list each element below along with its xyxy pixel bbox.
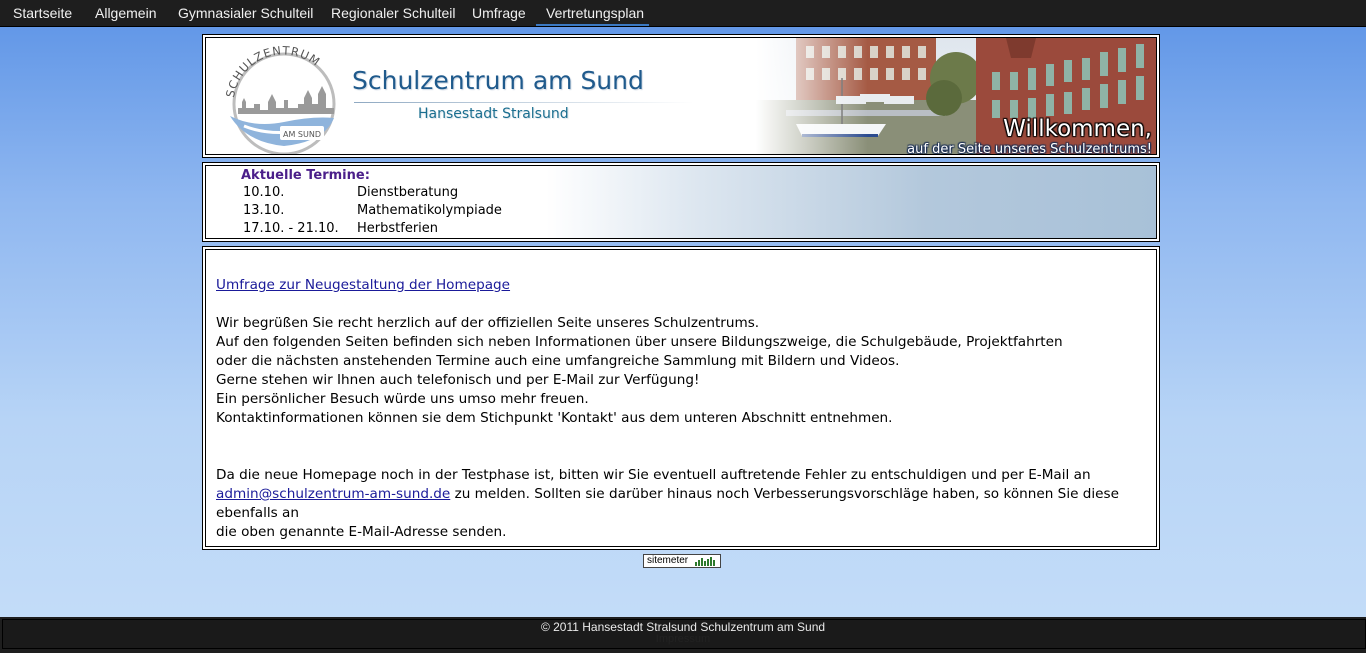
nav-item-startseite[interactable]: Startseite (13, 0, 72, 26)
termine-event: Mathematikolympiade (357, 203, 502, 218)
welcome-heading: Willkommen, (1003, 116, 1152, 142)
nav-item-vertretungsplan[interactable]: Vertretungsplan (546, 0, 644, 26)
nav-item-regionaler-schulteil[interactable]: Regionaler Schulteil (331, 0, 456, 26)
termine-date: 10.10. (243, 185, 285, 200)
nav-active-indicator (536, 24, 649, 26)
testphase-text-end: die oben genannte E-Mail-Adresse senden. (216, 524, 507, 540)
title-underline (354, 102, 694, 103)
email-link[interactable]: admin@schulzentrum-am-sund.de (216, 486, 450, 502)
site-subtitle: Hansestadt Stralsund (418, 106, 569, 122)
termine-event: Dienstberatung (357, 185, 459, 200)
sitemeter-badge[interactable]: sitemeter (643, 554, 721, 568)
nav-item-gymnasialer-schulteil[interactable]: Gymnasialer Schulteil (178, 0, 313, 26)
footer: © 2011 Hansestadt Stralsund Schulzentrum… (0, 617, 1366, 653)
testphase-paragraph: admin@schulzentrum-am-sund.de zu melden.… (216, 485, 1156, 523)
intro-line: Kontaktinformationen können sie dem Stic… (216, 410, 893, 426)
testphase-text: Da die neue Homepage noch in der Testpha… (216, 467, 1091, 483)
intro-line: Wir begrüßen Sie recht herzlich auf der … (216, 315, 760, 331)
intro-line: Auf den folgenden Seiten befinden sich n… (216, 334, 1063, 350)
sitemeter-label: sitemeter (647, 555, 689, 566)
intro-line: oder die nächsten anstehenden Termine au… (216, 353, 900, 369)
bar-chart-icon (695, 557, 715, 566)
termine-date: 13.10. (243, 203, 285, 218)
nav-item-umfrage[interactable]: Umfrage (472, 0, 526, 26)
main-content: Umfrage zur Neugestaltung der Homepage W… (216, 276, 1156, 542)
termine-date: 17.10. - 21.10. (243, 221, 339, 236)
svg-text:SCHULZENTRUM: SCHULZENTRUM (224, 43, 323, 98)
main-content-panel: Umfrage zur Neugestaltung der Homepage W… (202, 246, 1160, 550)
survey-link[interactable]: Umfrage zur Neugestaltung der Homepage (216, 277, 510, 293)
termine-panel: Aktuelle Termine: 10.10. Dienstberatung … (202, 162, 1160, 242)
header-banner: SCHULZENTRUM AM SUND Schulzentrum am Sun… (202, 34, 1160, 158)
intro-line: Ein persönlicher Besuch würde uns umso m… (216, 391, 589, 407)
termine-title: Aktuelle Termine: (241, 168, 370, 183)
site-title: Schulzentrum am Sund (352, 66, 644, 95)
nav-item-allgemein[interactable]: Allgemein (95, 0, 156, 26)
termine-event: Herbstferien (357, 221, 439, 236)
intro-line: Gerne stehen wir Ihnen auch telefonisch … (216, 372, 700, 388)
welcome-subheading: auf der Seite unseres Schulzentrums! (907, 142, 1152, 155)
logo-text-bottom: AM SUND (283, 130, 321, 139)
copyright-text: © 2011 Hansestadt Stralsund Schulzentrum… (540, 620, 826, 634)
school-logo: SCHULZENTRUM AM SUND (224, 43, 336, 154)
impressum-link[interactable]: Impressum (0, 633, 1366, 645)
logo-text-top: SCHULZENTRUM (224, 43, 322, 98)
top-navigation: Startseite Allgemein Gymnasialer Schulte… (0, 0, 1366, 27)
